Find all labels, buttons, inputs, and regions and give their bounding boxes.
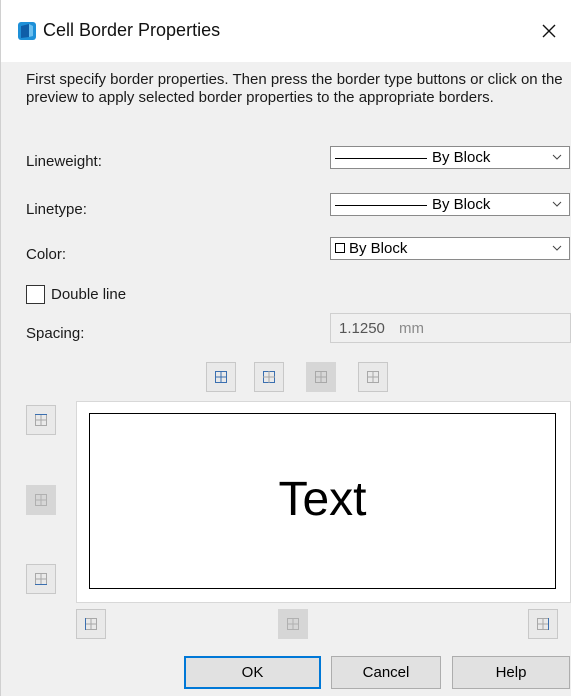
- line-sample: [335, 205, 427, 206]
- right-border-icon: [537, 618, 549, 630]
- chevron-down-icon: [552, 154, 562, 160]
- title-bar: Cell Border Properties: [1, 0, 571, 62]
- chevron-down-icon: [552, 245, 562, 251]
- spacing-label: Spacing:: [26, 325, 85, 342]
- top-border-button[interactable]: [26, 405, 56, 435]
- outside-borders-button[interactable]: [254, 362, 284, 392]
- no-borders-icon: [367, 371, 379, 383]
- inside-vertical-border-icon: [287, 618, 299, 630]
- preview-text: Text: [278, 473, 367, 526]
- double-line-label[interactable]: Double line: [51, 286, 126, 303]
- color-select[interactable]: By Block: [330, 237, 570, 260]
- inside-horizontal-border-icon: [35, 494, 47, 506]
- inside-vertical-border-button[interactable]: [278, 609, 308, 639]
- inside-borders-button[interactable]: [306, 362, 336, 392]
- color-label: Color:: [26, 246, 67, 263]
- help-button[interactable]: Help: [452, 656, 570, 689]
- line-sample: [335, 158, 427, 159]
- outside-borders-icon: [263, 371, 275, 383]
- bottom-border-button[interactable]: [26, 564, 56, 594]
- no-borders-button[interactable]: [358, 362, 388, 392]
- color-swatch: [335, 243, 345, 253]
- linetype-value: By Block: [432, 196, 491, 213]
- right-border-button[interactable]: [528, 609, 558, 639]
- ok-button[interactable]: OK: [184, 656, 321, 689]
- cancel-button[interactable]: Cancel: [331, 656, 441, 689]
- app-icon: [18, 22, 36, 40]
- cell-border-properties-dialog: Cell Border Properties First specify bor…: [0, 0, 571, 696]
- inside-borders-icon: [315, 371, 327, 383]
- linetype-select[interactable]: By Block: [330, 193, 570, 216]
- bottom-border-icon: [35, 573, 47, 585]
- chevron-down-icon: [552, 201, 562, 207]
- spacing-input: 1.1250 mm: [330, 313, 571, 343]
- close-button[interactable]: [534, 16, 564, 46]
- top-border-icon: [35, 414, 47, 426]
- spacing-value: 1.1250: [339, 320, 385, 337]
- inside-horizontal-border-button[interactable]: [26, 485, 56, 515]
- left-border-icon: [85, 618, 97, 630]
- lineweight-value: By Block: [432, 149, 491, 166]
- color-value: By Block: [349, 240, 408, 257]
- close-icon: [542, 24, 556, 38]
- preview-cell[interactable]: Text: [89, 413, 556, 589]
- spacing-unit: mm: [399, 320, 424, 337]
- left-border-button[interactable]: [76, 609, 106, 639]
- lineweight-label: Lineweight:: [26, 153, 102, 170]
- window-title: Cell Border Properties: [43, 20, 221, 40]
- linetype-label: Linetype:: [26, 201, 87, 218]
- all-borders-icon: [215, 371, 227, 383]
- double-line-checkbox[interactable]: [26, 285, 45, 304]
- lineweight-select[interactable]: By Block: [330, 146, 570, 169]
- all-borders-button[interactable]: [206, 362, 236, 392]
- instructions-text: First specify border properties. Then pr…: [26, 71, 563, 106]
